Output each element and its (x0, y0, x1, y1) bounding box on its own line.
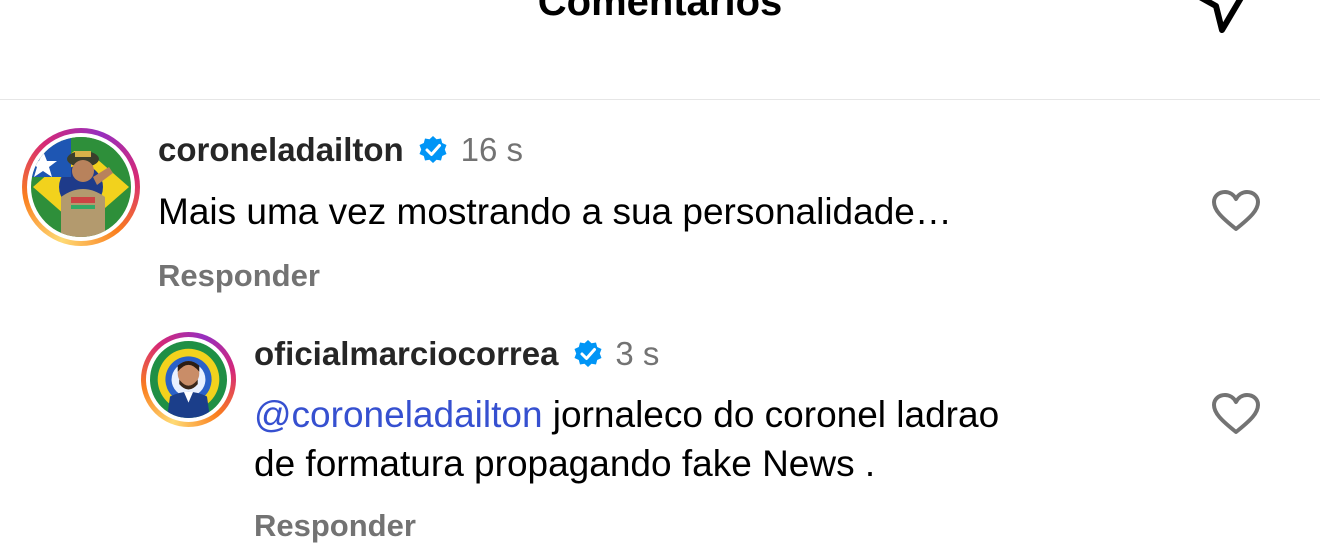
comment-text: Mais uma vez mostrando a sua personalida… (158, 187, 952, 236)
username[interactable]: coroneladailton (158, 131, 404, 168)
comment-body-line1: jornaleco do coronel ladrao (542, 394, 1000, 435)
comment-time: 16 s (460, 131, 523, 168)
comments-header: Comentários (0, 0, 1320, 100)
comment-header: oficialmarciocorrea 3 s (254, 335, 659, 379)
comment-body-line2: de formatura propagando fake News . (254, 443, 876, 484)
comments-sheet: Comentários coroneladailton 16 s Mais um… (0, 0, 1320, 553)
avatar[interactable] (22, 128, 140, 246)
reply-button[interactable]: Responder (254, 508, 416, 544)
comment-text: @coroneladailton jornaleco do coronel la… (254, 390, 999, 439)
reply-button[interactable]: Responder (158, 258, 320, 294)
mention-link[interactable]: @coroneladailton (254, 394, 543, 435)
heart-icon[interactable] (1211, 392, 1261, 436)
share-icon[interactable] (1188, 0, 1258, 36)
verified-badge-icon (574, 340, 602, 367)
comment-header: coroneladailton 16 s (158, 131, 523, 175)
heart-icon[interactable] (1211, 189, 1261, 233)
avatar[interactable] (141, 332, 236, 427)
comment-time: 3 s (615, 335, 660, 372)
verified-badge-icon (419, 136, 447, 163)
username[interactable]: oficialmarciocorrea (254, 335, 558, 372)
header-title: Comentários (537, 0, 783, 24)
comment-body: Mais uma vez mostrando a sua personalida… (158, 191, 952, 232)
comment-text-line2: de formatura propagando fake News . (254, 439, 875, 488)
